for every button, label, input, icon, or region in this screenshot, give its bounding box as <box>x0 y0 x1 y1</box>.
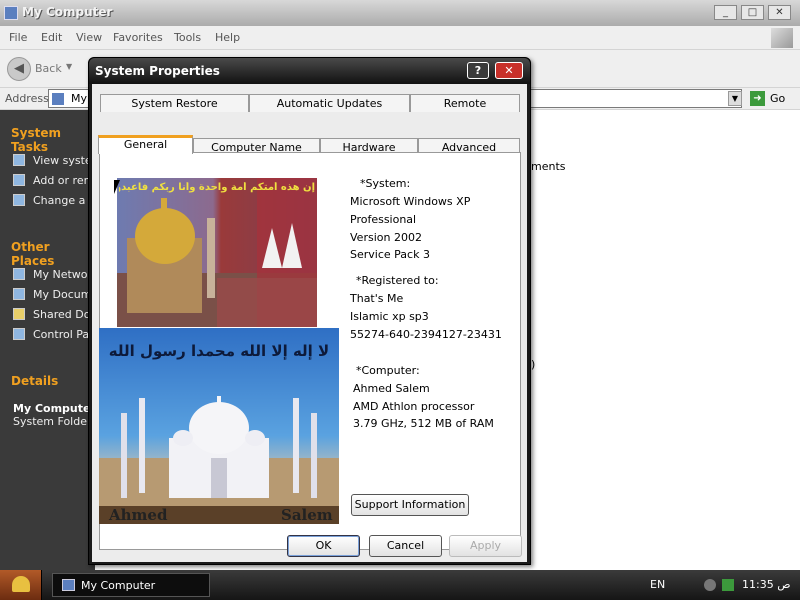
registered-org: Islamic xp sp3 <box>350 310 429 323</box>
tab-system-restore[interactable]: System Restore <box>100 94 249 112</box>
tab-general[interactable]: General <box>98 135 193 154</box>
place-control-panel[interactable]: Control Par <box>13 328 93 341</box>
address-label: Address <box>5 92 49 105</box>
other-places-header[interactable]: Other Places <box>11 240 95 268</box>
img2-name-right: Salem <box>281 506 333 524</box>
maximize-button[interactable]: □ <box>741 5 764 20</box>
start-dome-icon <box>12 576 30 592</box>
add-remove-icon <box>13 174 25 186</box>
back-dropdown-icon[interactable]: ▼ <box>66 62 72 71</box>
tray-update-icon[interactable] <box>722 579 734 591</box>
tab-remote[interactable]: Remote <box>410 94 520 112</box>
close-button[interactable]: ✕ <box>768 5 791 20</box>
go-arrow-icon[interactable]: ➜ <box>750 91 765 106</box>
place-my-network[interactable]: My Networ <box>13 268 93 281</box>
apply-button[interactable]: Apply <box>449 535 522 557</box>
menu-view[interactable]: View <box>76 31 102 44</box>
registered-header: *Registered to: <box>356 274 439 287</box>
system-line-edition: Professional <box>350 213 417 226</box>
task-change-setting[interactable]: Change a s <box>13 194 93 207</box>
task-add-remove-label: Add or rem <box>33 174 93 187</box>
language-indicator[interactable]: EN <box>650 578 665 591</box>
img2-name-left: Ahmed <box>109 506 168 524</box>
product-id: 55274-640-2394127-23431 <box>350 328 502 341</box>
img1-caption: إن هذه أمتكم أمة واحدة وأنا ربكم فاعبدون <box>119 182 315 193</box>
mouse-cursor-icon <box>114 180 120 194</box>
shrine-collage-image: إن هذه أمتكم أمة واحدة وأنا ربكم فاعبدون <box>117 178 317 327</box>
place-my-documents-label: My Docume <box>33 288 93 301</box>
menu-bar: File Edit View Favorites Tools Help <box>0 26 800 50</box>
menu-favorites[interactable]: Favorites <box>113 31 163 44</box>
clock[interactable]: 11:35 ص <box>742 578 791 591</box>
system-line-os: Microsoft Windows XP <box>350 195 471 208</box>
go-button[interactable]: Go <box>770 92 785 105</box>
window-title: My Computer <box>22 5 113 19</box>
computer-speed-ram: 3.79 GHz, 512 MB of RAM <box>353 417 494 430</box>
support-information-button[interactable]: Support Information <box>351 494 469 516</box>
details-header[interactable]: Details <box>11 374 58 388</box>
menu-help[interactable]: Help <box>215 31 240 44</box>
place-my-network-label: My Networ <box>33 268 93 281</box>
menu-file[interactable]: File <box>9 31 27 44</box>
start-button[interactable] <box>0 570 42 600</box>
task-view-system[interactable]: View system <box>13 154 93 167</box>
dialog-body: System Restore Automatic Updates Remote … <box>92 84 527 562</box>
details-sub: System Folder <box>13 415 92 428</box>
minimize-button[interactable]: _ <box>714 5 737 20</box>
system-line-version: Version 2002 <box>350 231 422 244</box>
tray-network-icon[interactable] <box>704 579 716 591</box>
control-panel-icon <box>13 328 25 340</box>
network-icon <box>13 268 25 280</box>
registered-owner: That's Me <box>350 292 404 305</box>
shrine-collage-art <box>117 178 317 327</box>
my-computer-small-icon <box>52 93 64 105</box>
task-pane: System Tasks View system Add or rem Chan… <box>0 110 95 570</box>
back-arrow-icon[interactable]: ◀ <box>7 57 31 81</box>
content-fragment-2: ) <box>531 358 536 371</box>
windows-logo-icon <box>771 28 793 48</box>
dialog-title: System Properties <box>95 64 220 78</box>
dialog-close-button[interactable]: ✕ <box>495 62 523 79</box>
details-name: My Computer <box>13 402 93 415</box>
task-change-setting-label: Change a s <box>33 194 93 207</box>
ok-button[interactable]: OK <box>287 535 360 557</box>
view-system-icon <box>13 154 25 166</box>
menu-edit[interactable]: Edit <box>41 31 62 44</box>
help-button[interactable]: ? <box>467 62 489 79</box>
system-properties-dialog: System Properties ? ✕ System Restore Aut… <box>88 57 531 565</box>
computer-header: *Computer: <box>356 364 420 377</box>
address-value: My <box>71 92 88 105</box>
place-control-panel-label: Control Par <box>33 328 93 341</box>
task-add-remove[interactable]: Add or rem <box>13 174 93 187</box>
img2-caption: لا إله إلا الله محمدا رسول الله <box>108 342 330 360</box>
computer-cpu: AMD Athlon processor <box>353 400 475 413</box>
menu-tools[interactable]: Tools <box>174 31 201 44</box>
place-my-documents[interactable]: My Docume <box>13 288 93 301</box>
place-shared-docs-label: Shared Doc <box>33 308 93 321</box>
window-titlebar[interactable]: My Computer _ □ ✕ <box>0 0 800 26</box>
taskbar-item-label: My Computer <box>81 579 156 592</box>
change-setting-icon <box>13 194 25 206</box>
taj-mahal-image: لا إله إلا الله محمدا رسول الله Ahmed Sa… <box>99 328 339 524</box>
taskbar-my-computer-icon <box>62 579 75 591</box>
content-fragment: ments <box>531 160 566 173</box>
address-dropdown-icon[interactable]: ▼ <box>728 91 742 106</box>
my-computer-icon <box>4 6 18 20</box>
system-header: *System: <box>360 177 411 190</box>
task-view-system-label: View system <box>33 154 93 167</box>
system-tasks-header[interactable]: System Tasks <box>11 126 95 154</box>
dialog-titlebar[interactable]: System Properties ? ✕ <box>89 58 530 84</box>
shared-folder-icon <box>13 308 25 320</box>
place-shared-docs[interactable]: Shared Doc <box>13 308 93 321</box>
documents-icon <box>13 288 25 300</box>
system-tray: EN 11:35 ص <box>640 570 800 600</box>
tab-automatic-updates[interactable]: Automatic Updates <box>249 94 410 112</box>
taskbar-item-my-computer[interactable]: My Computer <box>52 573 210 597</box>
cancel-button[interactable]: Cancel <box>369 535 442 557</box>
system-line-sp: Service Pack 3 <box>350 248 430 261</box>
back-button-label[interactable]: Back <box>35 62 62 75</box>
computer-user: Ahmed Salem <box>353 382 430 395</box>
